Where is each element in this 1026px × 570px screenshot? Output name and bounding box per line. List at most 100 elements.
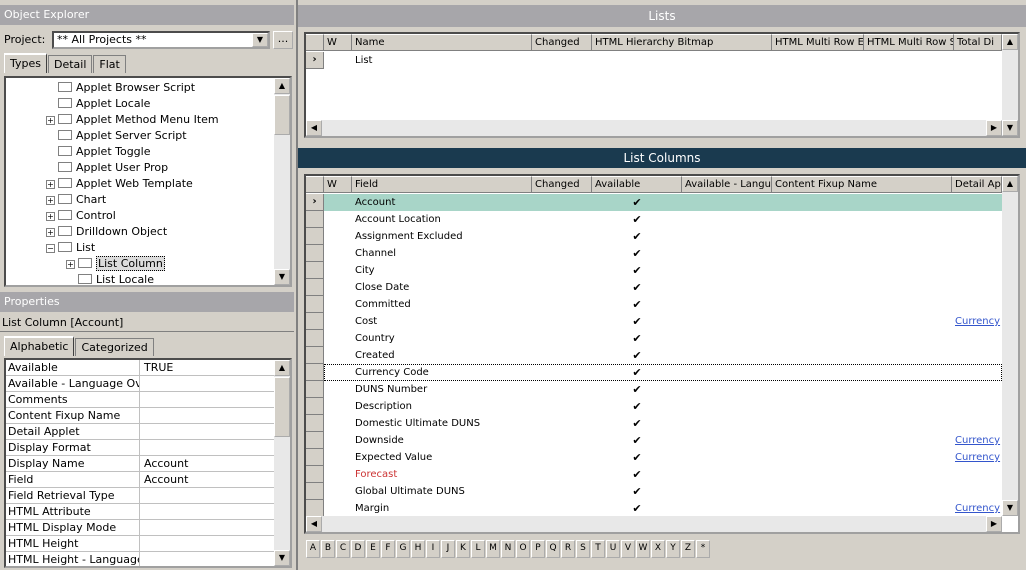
column-header[interactable]: Total Di	[954, 34, 1002, 51]
alphabet-letter-button[interactable]: O	[516, 540, 530, 558]
expand-icon[interactable]: +	[46, 115, 55, 125]
column-header[interactable]: Changed	[532, 176, 592, 193]
row-selector[interactable]	[306, 279, 324, 296]
tree-item[interactable]: + List Column	[66, 256, 165, 272]
row-selector[interactable]	[306, 245, 324, 262]
tree-item[interactable]: + Control	[46, 208, 116, 224]
row-selector[interactable]: ›	[306, 52, 324, 69]
alphabet-letter-button[interactable]: *	[696, 540, 710, 558]
row-selector[interactable]	[306, 296, 324, 313]
column-header[interactable]: HTML Multi Row E	[772, 34, 864, 51]
row-selector[interactable]: ›	[306, 194, 324, 211]
field-cell[interactable]: Close Date	[352, 279, 532, 296]
expand-icon[interactable]: +	[46, 227, 55, 237]
row-selector[interactable]	[306, 228, 324, 245]
tree-item[interactable]: Applet Locale	[46, 96, 150, 112]
row-selector[interactable]	[306, 262, 324, 279]
property-value[interactable]: TRUE	[142, 360, 274, 375]
field-cell[interactable]: Created	[352, 347, 532, 364]
field-cell[interactable]: DUNS Number	[352, 381, 532, 398]
field-cell[interactable]: Account Location	[352, 211, 532, 228]
alphabet-letter-button[interactable]: M	[486, 540, 500, 558]
properties-scrollbar[interactable]: ▲ ▼	[274, 360, 290, 566]
row-selector[interactable]	[306, 432, 324, 449]
tab-alphabetic[interactable]: Alphabetic	[4, 336, 75, 356]
field-cell[interactable]: Committed	[352, 296, 532, 313]
field-cell[interactable]: Expected Value	[352, 449, 532, 466]
detail-applet-link[interactable]: Currency	[952, 449, 1002, 466]
scroll-thumb[interactable]	[274, 95, 290, 135]
list-columns-hscrollbar[interactable]: ◀ ▶	[306, 516, 1002, 532]
column-header[interactable]: Changed	[532, 34, 592, 51]
tree-scrollbar[interactable]: ▲ ▼	[274, 78, 290, 285]
column-header[interactable]: HTML Hierarchy Bitmap	[592, 34, 772, 51]
row-selector[interactable]	[306, 364, 324, 381]
field-cell[interactable]: Description	[352, 398, 532, 415]
alphabet-letter-button[interactable]: Z	[681, 540, 695, 558]
field-cell[interactable]: Forecast	[352, 466, 532, 483]
tree-item[interactable]: + Applet Web Template	[46, 176, 193, 192]
alphabet-letter-button[interactable]: Y	[666, 540, 680, 558]
property-row[interactable]: HTML Attribute	[6, 504, 276, 520]
scroll-left-icon[interactable]: ◀	[306, 120, 322, 136]
list-name-cell[interactable]: List	[352, 52, 532, 69]
chevron-down-icon[interactable]: ▼	[252, 33, 268, 47]
scroll-down-icon[interactable]: ▼	[274, 269, 290, 285]
alphabet-letter-button[interactable]: S	[576, 540, 590, 558]
field-cell[interactable]: Cost	[352, 313, 532, 330]
scroll-up-icon[interactable]: ▲	[274, 78, 290, 94]
tree-item[interactable]: Applet Server Script	[46, 128, 187, 144]
alphabet-letter-button[interactable]: N	[501, 540, 515, 558]
tab-categorized[interactable]: Categorized	[75, 338, 154, 356]
expand-icon[interactable]: +	[46, 211, 55, 221]
row-selector[interactable]	[306, 330, 324, 347]
field-cell[interactable]: Assignment Excluded	[352, 228, 532, 245]
scroll-right-icon[interactable]: ▶	[986, 516, 1002, 532]
column-header[interactable]: Detail Ap	[952, 176, 1002, 193]
scroll-down-icon[interactable]: ▼	[1002, 120, 1018, 136]
scroll-right-icon[interactable]: ▶	[986, 120, 1002, 136]
property-row[interactable]: HTML Height	[6, 536, 276, 552]
tree-item[interactable]: Applet Toggle	[46, 144, 151, 160]
row-selector[interactable]	[306, 483, 324, 500]
alphabet-letter-button[interactable]: E	[366, 540, 380, 558]
property-row[interactable]: Display Format	[6, 440, 276, 456]
field-cell[interactable]: Domestic Ultimate DUNS	[352, 415, 532, 432]
property-row[interactable]: Field Retrieval Type	[6, 488, 276, 504]
scroll-up-icon[interactable]: ▲	[274, 360, 290, 376]
row-selector[interactable]	[306, 347, 324, 364]
row-selector[interactable]	[306, 211, 324, 228]
row-selector[interactable]	[306, 313, 324, 330]
alphabet-letter-button[interactable]: R	[561, 540, 575, 558]
list-columns-scrollbar[interactable]: ▲ ▼	[1002, 176, 1018, 516]
tree-item[interactable]: − List	[46, 240, 95, 256]
alphabet-letter-button[interactable]: W	[636, 540, 650, 558]
alphabet-letter-button[interactable]: V	[621, 540, 635, 558]
row-selector[interactable]	[306, 415, 324, 432]
column-header[interactable]: Content Fixup Name	[772, 176, 952, 193]
property-row[interactable]: Content Fixup Name	[6, 408, 276, 424]
tree-item[interactable]: + Applet Method Menu Item	[46, 112, 219, 128]
alphabet-letter-button[interactable]: U	[606, 540, 620, 558]
alphabet-letter-button[interactable]: K	[456, 540, 470, 558]
property-value[interactable]: Account	[142, 472, 274, 487]
tab-types[interactable]: Types	[4, 53, 47, 73]
column-header[interactable]: HTML Multi Row S	[864, 34, 954, 51]
field-cell[interactable]: Currency Code	[352, 364, 532, 381]
column-header[interactable]: Name	[352, 34, 532, 51]
field-cell[interactable]: Downside	[352, 432, 532, 449]
field-cell[interactable]: Global Ultimate DUNS	[352, 483, 532, 500]
scroll-down-icon[interactable]: ▼	[1002, 500, 1018, 516]
column-header[interactable]: W	[324, 176, 352, 193]
row-selector[interactable]	[306, 449, 324, 466]
expand-icon[interactable]: +	[66, 259, 75, 269]
detail-applet-link[interactable]: Currency	[952, 432, 1002, 449]
property-row[interactable]: Comments	[6, 392, 276, 408]
alphabet-letter-button[interactable]: P	[531, 540, 545, 558]
property-row[interactable]: Available - Language Overri	[6, 376, 276, 392]
column-header[interactable]: Available	[592, 176, 682, 193]
property-value[interactable]: Account	[142, 456, 274, 471]
property-row[interactable]: Available TRUE	[6, 360, 276, 376]
alphabet-letter-button[interactable]: C	[336, 540, 350, 558]
row-selector[interactable]	[306, 381, 324, 398]
